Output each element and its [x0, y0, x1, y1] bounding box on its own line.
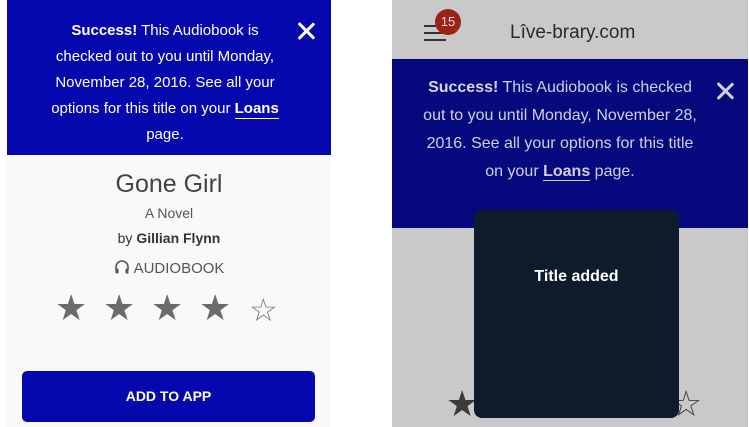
book-title: Gone Girl: [115, 170, 223, 198]
close-icon[interactable]: [716, 82, 734, 100]
headphones-icon: [114, 259, 130, 279]
top-bar: 15 Lîve-brary.com: [392, 0, 748, 59]
title-added-toast: Title added: [474, 210, 679, 418]
success-banner-dimmed: Success! This Audiobook is checked out t…: [392, 59, 748, 228]
add-to-app-button[interactable]: ADD TO APP: [22, 371, 315, 422]
star-rating[interactable]: ★ ★ ★ ★ ☆: [55, 290, 295, 329]
book-subtitle: A Novel: [144, 205, 194, 221]
format-text: AUDIOBOOK: [133, 260, 225, 277]
success-banner: Success! This Audiobook is checked out t…: [7, 0, 331, 155]
notification-badge[interactable]: 15: [435, 9, 461, 35]
by-label: by: [117, 230, 137, 246]
star-icon[interactable]: ★: [55, 290, 87, 326]
star-icon[interactable]: ★: [199, 290, 231, 326]
banner-suffix: page.: [590, 163, 635, 180]
right-screen: 15 Lîve-brary.com Success! This Audioboo…: [392, 0, 748, 427]
loans-link[interactable]: Loans: [234, 100, 279, 119]
author-name[interactable]: Gillian Flynn: [136, 230, 220, 246]
left-screen: Success! This Audiobook is checked out t…: [7, 0, 331, 427]
close-icon[interactable]: [297, 22, 315, 40]
star-empty-icon[interactable]: ☆: [249, 292, 278, 328]
toast-message: Title added: [534, 268, 619, 285]
banner-success-label: Success!: [71, 22, 138, 39]
star-icon[interactable]: ★: [151, 290, 183, 326]
banner-suffix: page.: [146, 126, 184, 143]
format-label: AUDIOBOOK: [7, 259, 331, 279]
site-name: Lîve-brary.com: [510, 22, 636, 43]
star-icon[interactable]: ★: [103, 290, 135, 326]
loans-link[interactable]: Loans: [543, 163, 591, 181]
banner-success-label: Success!: [428, 79, 499, 96]
book-author-line: by Gillian Flynn: [7, 230, 331, 246]
